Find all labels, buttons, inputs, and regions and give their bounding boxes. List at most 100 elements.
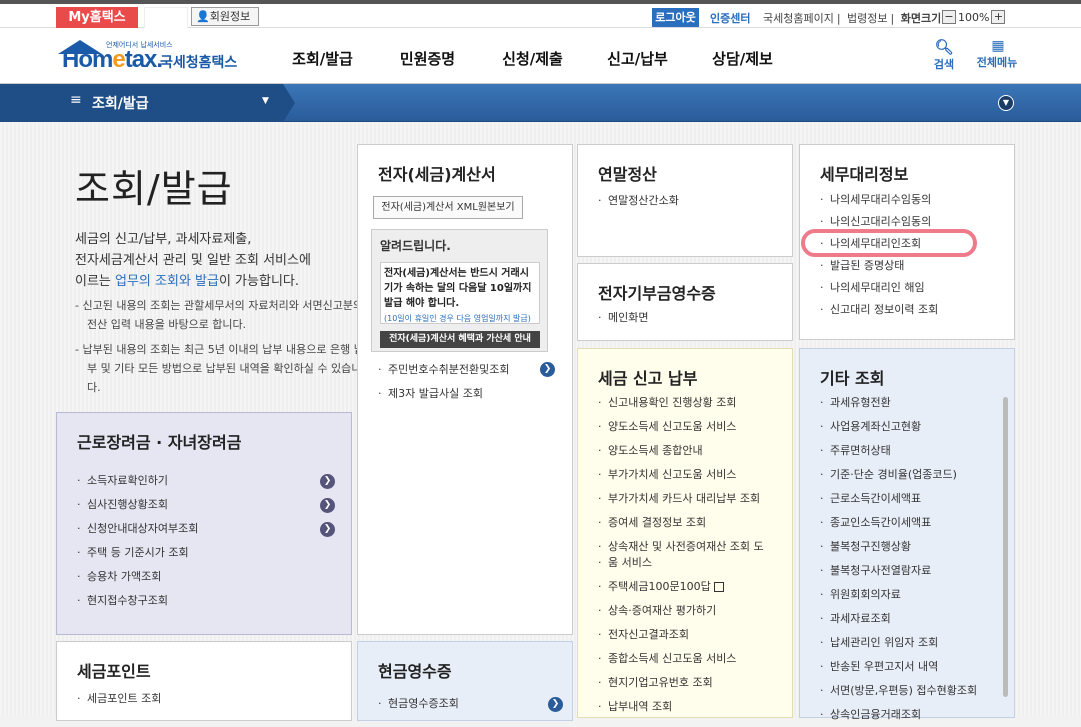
card-title: 근로장려금 · 자녀장려금 [77, 433, 242, 452]
list-item[interactable]: 주택 등 기준시가 조회 [77, 541, 198, 565]
external-link-icon [713, 582, 724, 592]
list-item[interactable]: 서면(방문,우편등) 접수현황조회 [820, 679, 977, 703]
report-list: 신고내용확인 진행상황 조회 양도소득세 신고도움 서비스 양도소득세 종합안내… [598, 391, 764, 719]
all-menu-button[interactable]: ▦ 전체메뉴 [972, 38, 1022, 70]
notice-box: 알려드립니다. 전자(세금)계산서는 반드시 거래시기가 속하는 달의 다음달 … [371, 229, 548, 352]
notes: - 신고된 내용의 조회는 관할세무서의 자료처리와 서면신고분의 전산 입력 … [75, 296, 365, 403]
card-other-inquiry: 기타 조회 과세유형전환 사업용계좌신고현황 주류면허상태 기준·단순 경비율(… [799, 348, 1015, 727]
list-item[interactable]: 신고내용확인 진행상황 조회 [598, 391, 764, 415]
card-title: 세금포인트 [77, 662, 151, 681]
note-2: - 납부된 내용의 조회는 최근 5년 이내의 납부 내용으로 은행 납부 및 … [75, 343, 364, 394]
point-list: 세금포인트 조회 [77, 687, 161, 711]
intro-link[interactable]: 업무의 조회와 발급 [115, 274, 219, 289]
list-item[interactable]: 나의세무대리인 해임 [820, 277, 938, 299]
list-item[interactable]: 부가가치세 카드사 대리납부 조회 [598, 487, 764, 511]
card-tax-report: 세금 신고 납부 신고내용확인 진행상황 조회 양도소득세 신고도움 서비스 양… [577, 348, 793, 719]
list-item[interactable]: 근로소득간이세액표 [820, 487, 977, 511]
cash-list: 현금영수증조회 [378, 692, 459, 716]
other-list: 과세유형전환 사업용계좌신고현황 주류면허상태 기준·단순 경비율(업종코드) … [820, 391, 977, 727]
hometax-logo[interactable]: 언제어디서 납세서비스 Hometax. 국세청홈택스 [56, 36, 256, 80]
intro-line3b: 이 가능합니다. [218, 274, 299, 289]
list-item[interactable]: 신고대리 정보이력 조회 [820, 299, 938, 321]
list-item[interactable]: 주민번호수취분전환및조회 [378, 358, 509, 382]
logout-button[interactable]: 로그아웃 [652, 8, 699, 27]
list-item[interactable]: 과세유형전환 [820, 391, 977, 415]
nav-report-pay[interactable]: 신고/납부 [585, 48, 690, 69]
chevron-right-icon[interactable]: ❯ [540, 362, 555, 377]
note-1: - 신고된 내용의 조회는 관할세무서의 자료처리와 서면신고분의 전산 입력 … [75, 299, 364, 331]
expand-circle-icon[interactable]: ▼ [998, 95, 1014, 111]
nav-consult[interactable]: 상담/제보 [690, 48, 795, 69]
zoom-in-button[interactable]: + [991, 10, 1006, 24]
list-item[interactable]: 세금포인트 조회 [77, 687, 161, 711]
nts-home-link[interactable]: 국세청홈페이지 [763, 12, 834, 25]
list-item[interactable]: 납세관리인 위임자 조회 [820, 631, 977, 655]
notice-small: (10일이 휴일인 경우 다음 영업일까지 발급) [384, 314, 531, 323]
list-item[interactable]: 반송된 우편고지서 내역 [820, 655, 977, 679]
my-hometax-tab[interactable]: My홈택스 [56, 7, 138, 29]
scrollbar[interactable] [1003, 397, 1008, 697]
list-item[interactable]: 부가가치세 신고도움 서비스 [598, 463, 764, 487]
search-icon: 🔍︎ [934, 38, 954, 56]
nav-certificate[interactable]: 민원증명 [375, 48, 480, 69]
list-item[interactable]: 종교인소득간이세액표 [820, 511, 977, 535]
list-item[interactable]: 발급된 증명상태 [820, 255, 938, 277]
card-tax-point: 세금포인트 세금포인트 조회 [56, 641, 352, 721]
list-item[interactable]: 주택세금100문100답 [598, 575, 764, 599]
intro-desc: 세금의 신고/납부, 과세자료제출, 전자세금계산서 관리 및 일반 조회 서비스… [75, 229, 355, 292]
list-item[interactable]: 현금영수증조회 [378, 692, 459, 716]
list-item[interactable]: 전자신고결과조회 [598, 623, 764, 647]
law-info-link[interactable]: 법령정보 [847, 12, 887, 25]
chevron-right-icon[interactable]: ❯ [320, 498, 335, 513]
zoom-out-button[interactable]: − [942, 10, 956, 24]
notice-main: 전자(세금)계산서는 반드시 거래시기가 속하는 달의 다음달 10일까지 발급… [384, 268, 532, 309]
chevron-right-icon[interactable]: ❯ [320, 474, 335, 489]
list-item[interactable]: 불복청구사전열람자료 [820, 559, 977, 583]
list-item[interactable]: 종합소득세 신고도움 서비스 [598, 647, 764, 671]
list-item[interactable]: 신청안내대상자여부조회 [77, 517, 198, 541]
list-item[interactable]: 양도소득세 종합안내 [598, 439, 764, 463]
list-item[interactable]: 현지기업고유번호 조회 [598, 671, 764, 695]
list-item[interactable]: 주류면허상태 [820, 439, 977, 463]
chevron-right-icon[interactable]: ❯ [548, 697, 563, 712]
search-button[interactable]: 🔍︎ 검색 [930, 38, 958, 72]
list-item[interactable]: 현지접수창구조회 [77, 589, 198, 613]
list-item[interactable]: 나의세무대리수임동의 [820, 189, 938, 211]
card-e-invoice: 전자(세금)계산서 전자(세금)계산서 XML원본보기 알려드립니다. 전자(세… [357, 144, 573, 635]
list-item[interactable]: 납부내역 조회 [598, 695, 764, 719]
list-item[interactable]: 제3자 발급사실 조회 [378, 382, 509, 406]
list-item[interactable]: 심사진행상황조회 [77, 493, 198, 517]
chevron-right-icon[interactable]: ❯ [320, 522, 335, 537]
list-item[interactable]: 증여세 결정정보 조회 [598, 511, 764, 535]
list-item[interactable]: 승용차 가액조회 [77, 565, 198, 589]
card-title: 세금 신고 납부 [598, 369, 698, 388]
card-title: 연말정산 [598, 165, 657, 184]
list-item[interactable]: 불복청구진행상황 [820, 535, 977, 559]
xml-view-button[interactable]: 전자(세금)계산서 XML원본보기 [373, 196, 523, 219]
card-title: 현금영수증 [378, 662, 452, 681]
list-item[interactable]: 위원회회의자료 [820, 583, 977, 607]
donate-list: 메인화면 [598, 306, 648, 330]
earn-list: 소득자료확인하기 심사진행상황조회 신청안내대상자여부조회 주택 등 기준시가 … [77, 469, 198, 613]
main-nav: 조회/발급 민원증명 신청/제출 신고/납부 상담/제보 [270, 48, 795, 69]
benefit-guide-button[interactable]: 전자(세금)계산서 혜택과 가산세 안내 [380, 331, 540, 348]
notice-title: 알려드립니다. [380, 239, 451, 253]
list-item[interactable]: 과세자료조회 [820, 607, 977, 631]
cert-center-link[interactable]: 인증센터 [710, 10, 750, 26]
list-item-cont[interactable]: 움 서비스 [598, 555, 764, 571]
list-item[interactable]: 상속·증여재산 평가하기 [598, 599, 764, 623]
list-item[interactable]: 상속인금융거래조회 [820, 703, 977, 727]
list-item[interactable]: 기준·단순 경비율(업종코드) [820, 463, 977, 487]
nav-application[interactable]: 신청/제출 [480, 48, 585, 69]
location-dropdown[interactable]: ≡ 조회/발급 ▼ [0, 84, 295, 122]
list-item[interactable]: 연말정산간소화 [598, 189, 679, 213]
list-item[interactable]: 상속재산 및 사전증여재산 조회 도 [598, 539, 764, 555]
member-info-button[interactable]: 👤회원정보 [191, 7, 259, 26]
list-item[interactable]: 메인화면 [598, 306, 648, 330]
card-title: 전자기부금영수증 [598, 284, 716, 303]
list-item[interactable]: 양도소득세 신고도움 서비스 [598, 415, 764, 439]
nav-inquiry[interactable]: 조회/발급 [270, 48, 375, 69]
list-item[interactable]: 사업용계좌신고현황 [820, 415, 977, 439]
list-item[interactable]: 소득자료확인하기 [77, 469, 198, 493]
card-title: 세무대리정보 [820, 165, 909, 184]
